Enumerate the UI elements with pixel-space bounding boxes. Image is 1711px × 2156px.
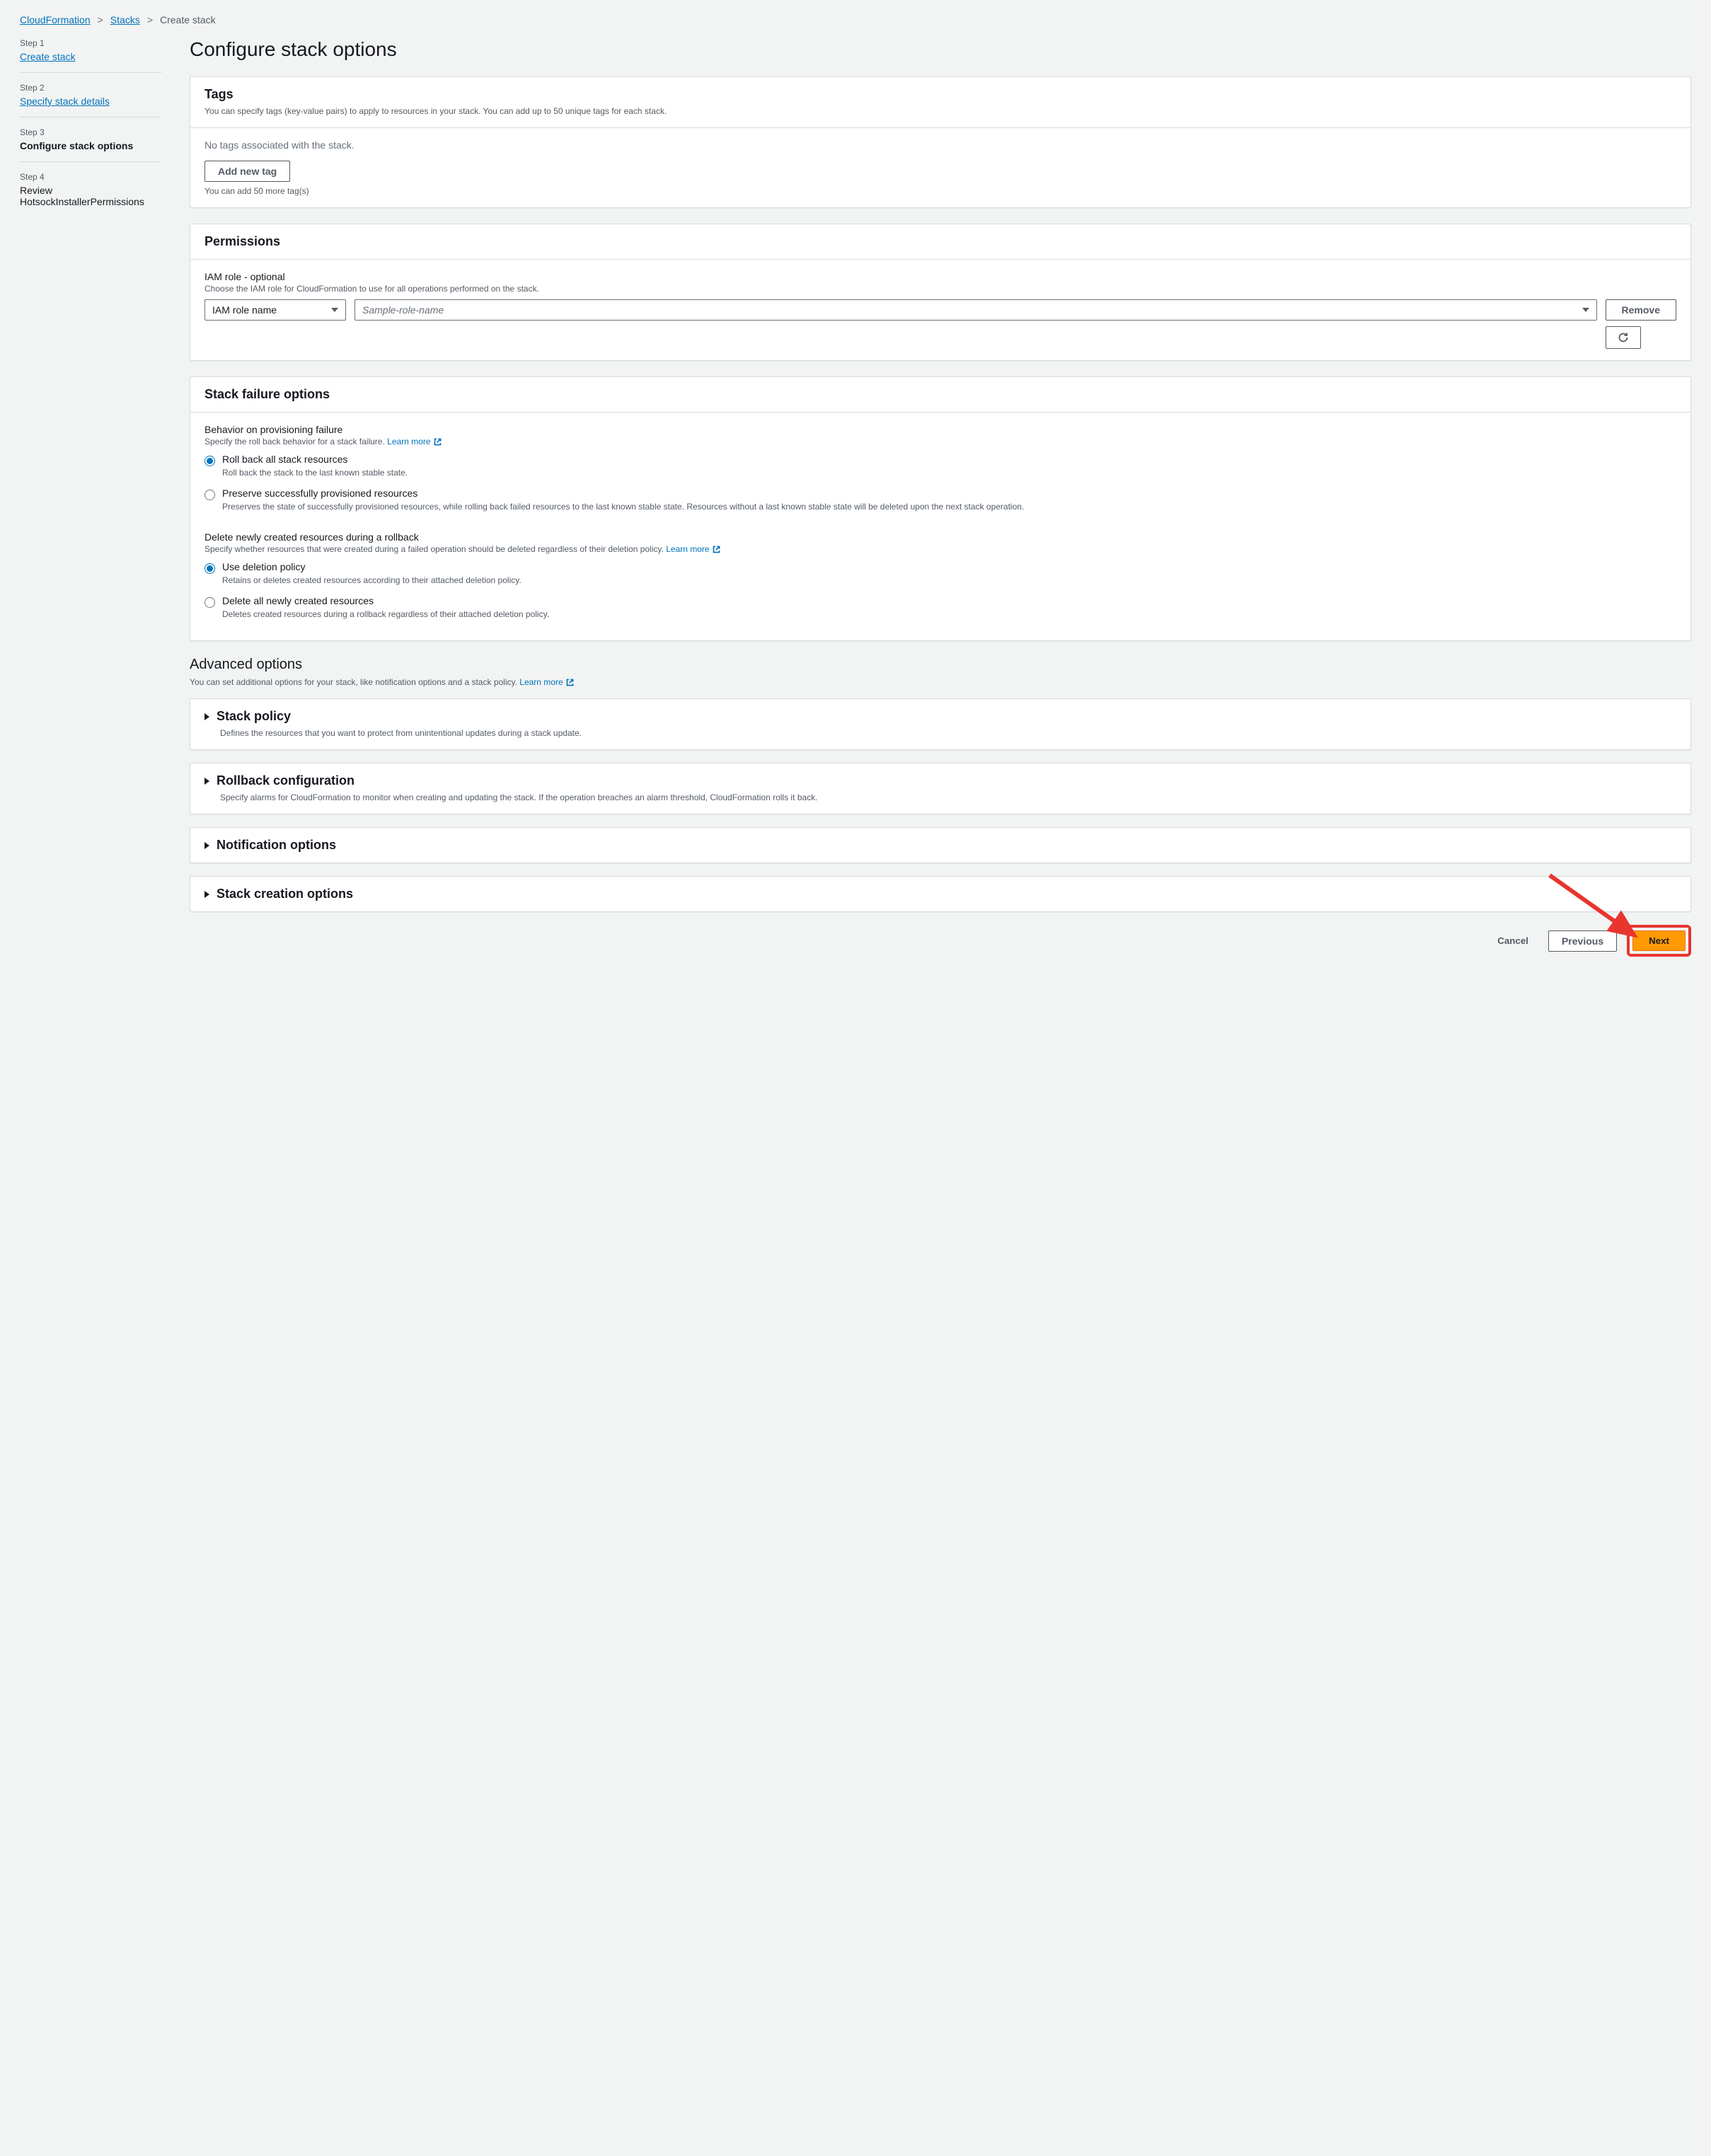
- prov-learn-more-link[interactable]: Learn more: [387, 437, 442, 446]
- radio-preserve[interactable]: Preserve successfully provisioned resour…: [204, 488, 1676, 513]
- iam-role-name-select[interactable]: Sample-role-name: [355, 299, 1597, 321]
- iam-role-label: IAM role - optional: [204, 271, 1676, 282]
- refresh-button[interactable]: [1606, 326, 1641, 349]
- permissions-title: Permissions: [204, 234, 1676, 249]
- step-2-link[interactable]: Specify stack details: [20, 96, 110, 107]
- expander-notification-options[interactable]: Notification options: [190, 827, 1691, 863]
- expander-stack-policy-desc: Defines the resources that you want to p…: [220, 727, 1676, 739]
- expander-notification-title: Notification options: [217, 838, 336, 853]
- expander-stack-policy[interactable]: Stack policy Defines the resources that …: [190, 698, 1691, 750]
- expander-rollback-desc: Specify alarms for CloudFormation to mon…: [220, 791, 1676, 804]
- permissions-panel: Permissions IAM role - optional Choose t…: [190, 224, 1691, 361]
- del-radio-group: Use deletion policy Retains or deletes c…: [204, 561, 1676, 621]
- del-desc: Specify whether resources that were crea…: [204, 544, 1676, 554]
- advanced-desc: You can set additional options for your …: [190, 677, 1691, 687]
- radio-use-policy[interactable]: Use deletion policy Retains or deletes c…: [204, 561, 1676, 587]
- page-title: Configure stack options: [190, 38, 1691, 61]
- failure-title: Stack failure options: [204, 387, 1676, 402]
- chevron-right-icon: >: [98, 14, 103, 25]
- radio-delete-all-desc: Deletes created resources during a rollb…: [222, 608, 549, 621]
- breadcrumb-cloudformation[interactable]: CloudFormation: [20, 14, 91, 25]
- wizard-footer: Cancel Previous Next: [190, 925, 1691, 957]
- radio-preserve-label: Preserve successfully provisioned resour…: [222, 488, 1024, 499]
- expander-stack-creation-options[interactable]: Stack creation options: [190, 876, 1691, 912]
- breadcrumb: CloudFormation > Stacks > Create stack: [20, 14, 1691, 25]
- step-2-label: Step 2: [20, 83, 161, 93]
- refresh-icon: [1618, 332, 1629, 343]
- wizard-steps: Step 1 Create stack Step 2 Specify stack…: [20, 38, 161, 957]
- expander-rollback-title: Rollback configuration: [217, 773, 355, 788]
- tags-panel: Tags You can specify tags (key-value pai…: [190, 76, 1691, 208]
- iam-role-type-select[interactable]: IAM role name: [204, 299, 346, 321]
- failure-panel: Stack failure options Behavior on provis…: [190, 376, 1691, 641]
- radio-delete-all[interactable]: Delete all newly created resources Delet…: [204, 595, 1676, 621]
- step-3-label: Step 3: [20, 127, 161, 137]
- tags-empty: No tags associated with the stack.: [204, 139, 1676, 151]
- expander-creation-title: Stack creation options: [217, 887, 353, 901]
- caret-down-icon: [1582, 308, 1589, 312]
- radio-rollback-all-input[interactable]: [204, 456, 215, 466]
- next-button[interactable]: Next: [1632, 930, 1686, 951]
- chevron-right-icon: >: [147, 14, 153, 25]
- remove-role-button[interactable]: Remove: [1606, 299, 1676, 321]
- advanced-learn-more-link[interactable]: Learn more: [519, 677, 575, 687]
- external-link-icon: [712, 545, 721, 554]
- iam-role-desc: Choose the IAM role for CloudFormation t…: [204, 284, 1676, 294]
- radio-preserve-desc: Preserves the state of successfully prov…: [222, 500, 1024, 513]
- external-link-icon: [433, 437, 442, 446]
- tags-desc: You can specify tags (key-value pairs) t…: [204, 105, 1676, 117]
- cancel-button[interactable]: Cancel: [1487, 930, 1538, 952]
- radio-use-policy-label: Use deletion policy: [222, 561, 522, 572]
- external-link-icon: [565, 678, 575, 687]
- expander-rollback-config[interactable]: Rollback configuration Specify alarms fo…: [190, 763, 1691, 814]
- radio-rollback-all-desc: Roll back the stack to the last known st…: [222, 466, 408, 479]
- radio-delete-all-label: Delete all newly created resources: [222, 595, 549, 606]
- radio-preserve-input[interactable]: [204, 490, 215, 500]
- caret-right-icon: [204, 842, 209, 849]
- step-4-title: Review HotsockInstallerPermissions: [20, 185, 161, 207]
- advanced-title: Advanced options: [190, 657, 1691, 673]
- step-1-link[interactable]: Create stack: [20, 51, 76, 62]
- prov-failure-title: Behavior on provisioning failure: [204, 424, 1676, 435]
- radio-use-policy-desc: Retains or deletes created resources acc…: [222, 574, 522, 587]
- breadcrumb-current: Create stack: [160, 14, 216, 25]
- breadcrumb-stacks[interactable]: Stacks: [110, 14, 140, 25]
- prov-failure-desc: Specify the roll back behavior for a sta…: [204, 437, 1676, 446]
- radio-delete-all-input[interactable]: [204, 597, 215, 608]
- radio-rollback-all-label: Roll back all stack resources: [222, 454, 408, 465]
- step-3-current: Configure stack options: [20, 140, 161, 151]
- caret-right-icon: [204, 891, 209, 898]
- add-new-tag-button[interactable]: Add new tag: [204, 161, 290, 182]
- caret-right-icon: [204, 713, 209, 720]
- caret-right-icon: [204, 778, 209, 785]
- prov-radio-group: Roll back all stack resources Roll back …: [204, 454, 1676, 513]
- step-1-label: Step 1: [20, 38, 161, 48]
- expander-stack-policy-title: Stack policy: [217, 709, 291, 724]
- caret-down-icon: [331, 308, 338, 312]
- tags-title: Tags: [204, 87, 1676, 102]
- radio-rollback-all[interactable]: Roll back all stack resources Roll back …: [204, 454, 1676, 479]
- tags-limit: You can add 50 more tag(s): [204, 186, 1676, 196]
- annotation-highlight: Next: [1627, 925, 1691, 957]
- previous-button[interactable]: Previous: [1548, 930, 1617, 952]
- iam-role-name-placeholder: Sample-role-name: [362, 304, 444, 316]
- del-title: Delete newly created resources during a …: [204, 531, 1676, 543]
- iam-role-type-value: IAM role name: [212, 304, 277, 316]
- radio-use-policy-input[interactable]: [204, 563, 215, 574]
- step-4-label: Step 4: [20, 172, 161, 182]
- del-learn-more-link[interactable]: Learn more: [666, 544, 721, 554]
